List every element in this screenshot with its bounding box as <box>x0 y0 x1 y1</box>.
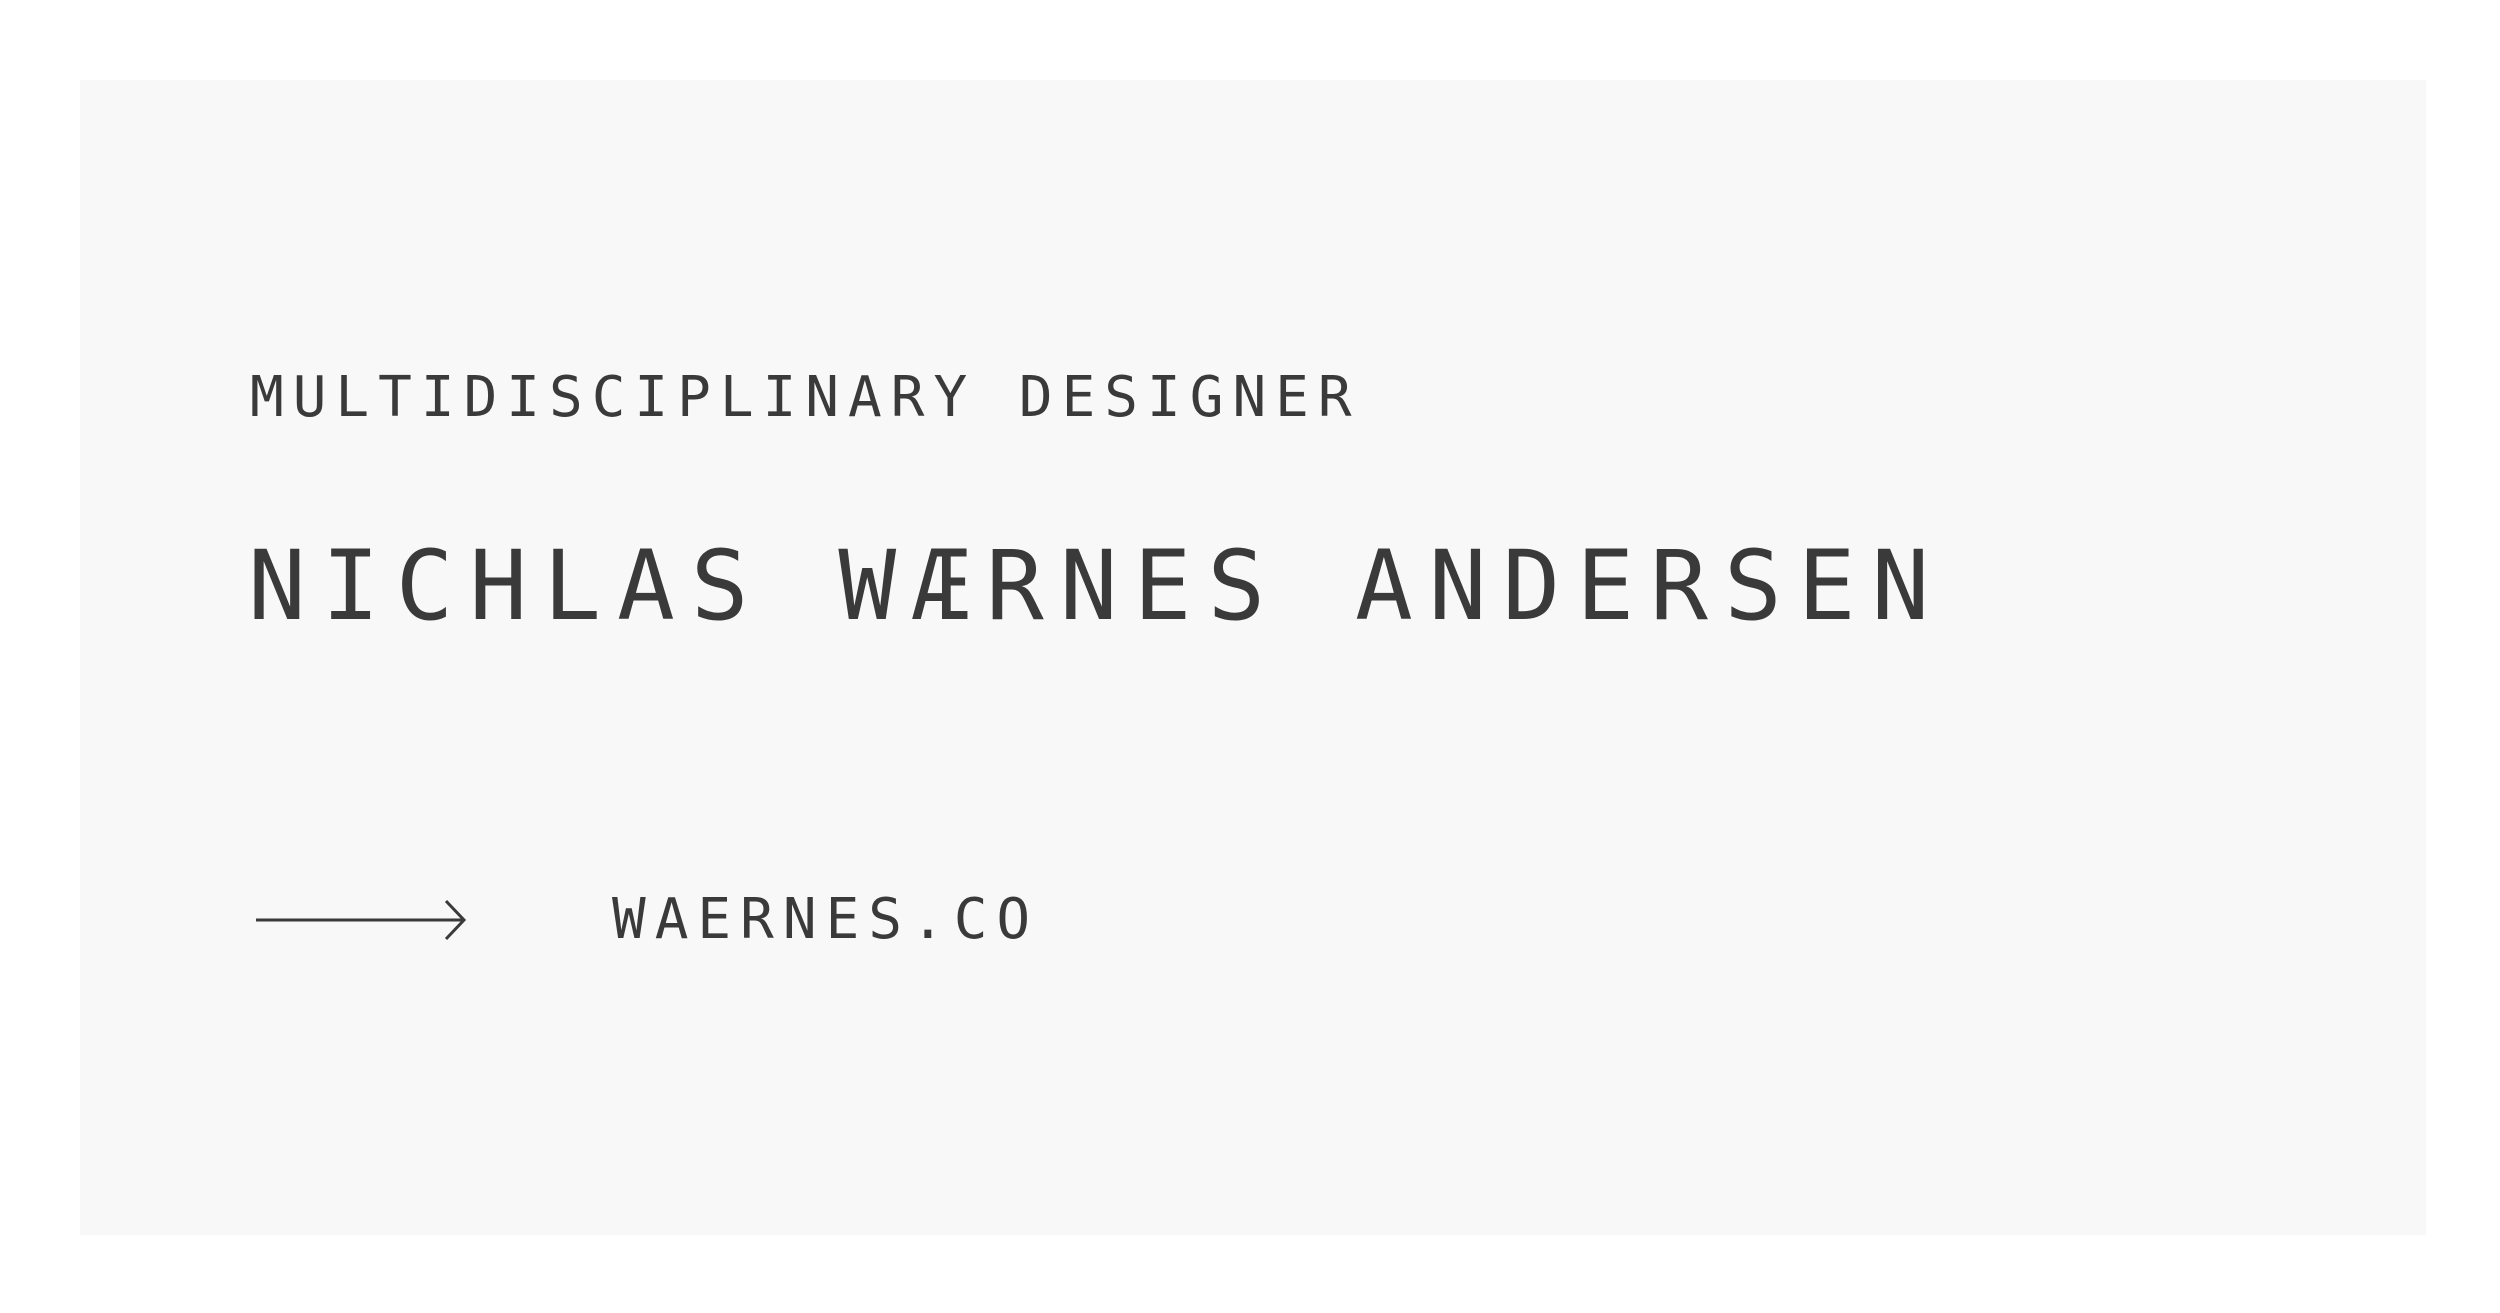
website-link[interactable]: WAERNES.CO <box>612 890 1039 950</box>
arrow-right-icon <box>256 899 467 941</box>
intro-card: MULTIDISCIPLINARY DESIGNER NICHLAS WÆRNE… <box>80 80 2426 1235</box>
website-link-row: WAERNES.CO <box>256 890 1039 950</box>
page-title: NICHLAS WÆRNES ANDERSEN <box>248 530 1946 642</box>
role-subtitle: MULTIDISCIPLINARY DESIGNER <box>250 365 1361 430</box>
